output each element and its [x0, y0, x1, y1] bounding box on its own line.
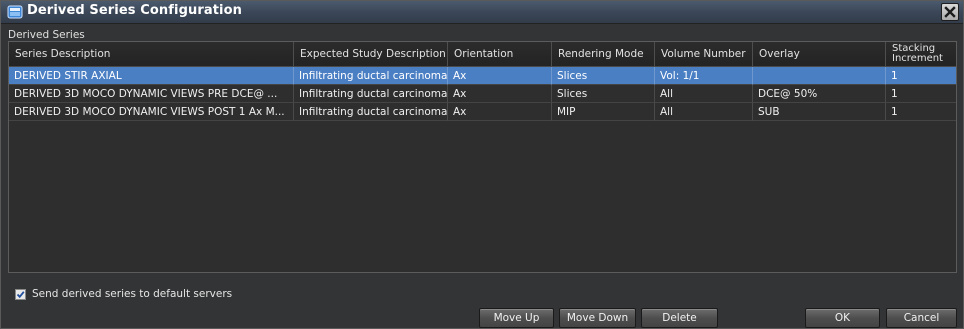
title-bar[interactable]: Derived Series Configuration: [1, 1, 963, 24]
cancel-button[interactable]: Cancel: [886, 308, 957, 328]
move-down-button[interactable]: Move Down: [559, 308, 636, 328]
column-header-series-description[interactable]: Series Description: [9, 42, 294, 66]
cell-orientation: Ax: [448, 103, 552, 121]
cell-rendering-mode: Slices: [552, 85, 655, 103]
cell-series-description: DERIVED STIR AXIAL: [9, 67, 294, 85]
column-header-rendering-mode[interactable]: Rendering Mode: [552, 42, 655, 66]
cell-stacking-increment: 1: [886, 67, 956, 85]
cell-rendering-mode: MIP: [552, 103, 655, 121]
cell-orientation: Ax: [448, 67, 552, 85]
cell-overlay: [753, 67, 886, 85]
cell-study-description: Infiltrating ductal carcinoma,...: [294, 85, 448, 103]
cell-series-description: DERIVED 3D MOCO DYNAMIC VIEWS POST 1 Ax …: [9, 103, 294, 121]
window-title: Derived Series Configuration: [27, 3, 242, 18]
column-header-volume-number[interactable]: Volume Number: [655, 42, 753, 66]
cell-study-description: Infiltrating ductal carcinoma,...: [294, 67, 448, 85]
table-row[interactable]: DERIVED 3D MOCO DYNAMIC VIEWS POST 1 Ax …: [9, 103, 956, 121]
dialog-window: Derived Series Configuration Derived Ser…: [0, 0, 964, 329]
column-header-stacking-increment[interactable]: Stacking Increment: [886, 42, 956, 66]
cell-volume-number: All: [655, 103, 753, 121]
column-header-overlay[interactable]: Overlay: [753, 42, 886, 66]
app-icon: [7, 4, 23, 20]
table-header: Series Description Expected Study Descri…: [9, 42, 956, 67]
move-up-button[interactable]: Move Up: [479, 308, 554, 328]
cell-study-description: Infiltrating ductal carcinoma,...: [294, 103, 448, 121]
cell-rendering-mode: Slices: [552, 67, 655, 85]
section-label: Derived Series: [8, 29, 85, 41]
send-to-default-servers-option[interactable]: Send derived series to default servers: [15, 288, 232, 300]
cell-stacking-increment: 1: [886, 103, 956, 121]
cell-overlay: DCE@ 50%: [753, 85, 886, 103]
delete-button[interactable]: Delete: [641, 308, 718, 328]
cell-series-description: DERIVED 3D MOCO DYNAMIC VIEWS PRE DCE@ .…: [9, 85, 294, 103]
cell-volume-number: All: [655, 85, 753, 103]
cell-orientation: Ax: [448, 85, 552, 103]
close-icon: [944, 6, 956, 18]
cell-stacking-increment: 1: [886, 85, 956, 103]
column-header-expected-study-description[interactable]: Expected Study Description: [294, 42, 448, 66]
cell-volume-number: Vol: 1/1: [655, 67, 753, 85]
checkmark-icon: [16, 290, 25, 298]
send-to-default-servers-checkbox[interactable]: [15, 288, 26, 300]
ok-button[interactable]: OK: [805, 308, 880, 328]
derived-series-table[interactable]: Series Description Expected Study Descri…: [8, 41, 957, 273]
table-row[interactable]: DERIVED 3D MOCO DYNAMIC VIEWS PRE DCE@ .…: [9, 85, 956, 103]
close-button[interactable]: [941, 3, 959, 21]
table-row[interactable]: DERIVED STIR AXIAL Infiltrating ductal c…: [9, 67, 956, 85]
column-header-orientation[interactable]: Orientation: [448, 42, 552, 66]
cell-overlay: SUB: [753, 103, 886, 121]
send-to-default-servers-label: Send derived series to default servers: [32, 288, 233, 300]
